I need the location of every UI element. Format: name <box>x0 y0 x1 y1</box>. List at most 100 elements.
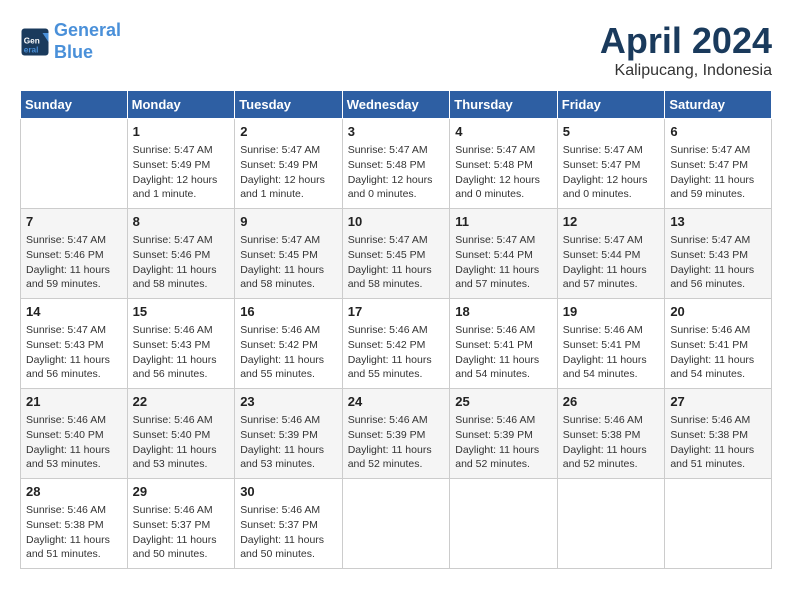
day-number: 20 <box>670 303 766 321</box>
day-info: Sunrise: 5:47 AM Sunset: 5:48 PM Dayligh… <box>455 143 552 202</box>
logo-line1: General <box>54 20 121 40</box>
calendar-cell: 1Sunrise: 5:47 AM Sunset: 5:49 PM Daylig… <box>127 119 235 209</box>
day-number: 2 <box>240 123 337 141</box>
day-number: 21 <box>26 393 122 411</box>
calendar-cell: 26Sunrise: 5:46 AM Sunset: 5:38 PM Dayli… <box>557 389 665 479</box>
calendar-cell: 11 Sunrise: 5:47 AM Sunset: 5:44 PM Dayli… <box>450 209 558 299</box>
calendar-cell: 14 Sunrise: 5:47 AM Sunset: 5:43 PM Dayli… <box>21 299 128 389</box>
calendar-cell: 15Sunrise: 5:46 AM Sunset: 5:43 PM Dayli… <box>127 299 235 389</box>
day-number: 14 <box>26 303 122 321</box>
day-number: 23 <box>240 393 337 411</box>
calendar-cell: 7Sunrise: 5:47 AM Sunset: 5:46 PM Daylig… <box>21 209 128 299</box>
calendar-cell: 22 Sunrise: 5:46 AM Sunset: 5:40 PM Dayli… <box>127 389 235 479</box>
calendar-cell <box>21 119 128 209</box>
day-info: Sunrise: 5:47 AM Sunset: 5:45 PM Dayligh… <box>348 233 445 292</box>
day-info: Sunrise: 5:47 AM Sunset: 5:46 PM Dayligh… <box>133 233 230 292</box>
calendar-cell: 5 Sunrise: 5:47 AM Sunset: 5:47 PM Daylig… <box>557 119 665 209</box>
calendar-week-row: 21 Sunrise: 5:46 AM Sunset: 5:40 PM Dayli… <box>21 389 772 479</box>
calendar-cell <box>342 479 450 569</box>
day-info: Sunrise: 5:47 AM Sunset: 5:44 PM Dayligh… <box>563 233 660 292</box>
logo-line2: Blue <box>54 42 93 62</box>
calendar-cell: 25 Sunrise: 5:46 AM Sunset: 5:39 PM Dayli… <box>450 389 558 479</box>
day-number: 29 <box>133 483 230 501</box>
day-info: Sunrise: 5:46 AM Sunset: 5:38 PM Dayligh… <box>563 413 660 472</box>
day-info: Sunrise: 5:46 AM Sunset: 5:40 PM Dayligh… <box>133 413 230 472</box>
calendar-cell: 28Sunrise: 5:46 AM Sunset: 5:38 PM Dayli… <box>21 479 128 569</box>
day-number: 30 <box>240 483 337 501</box>
logo-icon: Gen eral <box>20 27 50 57</box>
day-info: Sunrise: 5:47 AM Sunset: 5:43 PM Dayligh… <box>26 323 122 382</box>
day-number: 13 <box>670 213 766 231</box>
header-day: Friday <box>557 91 665 119</box>
calendar-cell: 13 Sunrise: 5:47 AM Sunset: 5:43 PM Dayli… <box>665 209 772 299</box>
day-info: Sunrise: 5:47 AM Sunset: 5:45 PM Dayligh… <box>240 233 337 292</box>
location-subtitle: Kalipucang, Indonesia <box>600 62 772 80</box>
svg-text:Gen: Gen <box>24 36 40 45</box>
calendar-cell: 4 Sunrise: 5:47 AM Sunset: 5:48 PM Daylig… <box>450 119 558 209</box>
calendar-cell: 2 Sunrise: 5:47 AM Sunset: 5:49 PM Daylig… <box>235 119 343 209</box>
calendar-cell: 10 Sunrise: 5:47 AM Sunset: 5:45 PM Dayli… <box>342 209 450 299</box>
day-info: Sunrise: 5:47 AM Sunset: 5:47 PM Dayligh… <box>563 143 660 202</box>
day-number: 7 <box>26 213 122 231</box>
day-number: 22 <box>133 393 230 411</box>
title-block: April 2024 Kalipucang, Indonesia <box>600 20 772 80</box>
svg-text:eral: eral <box>24 45 39 54</box>
calendar-cell: 9Sunrise: 5:47 AM Sunset: 5:45 PM Daylig… <box>235 209 343 299</box>
calendar-cell <box>665 479 772 569</box>
day-number: 4 <box>455 123 552 141</box>
calendar-cell: 6Sunrise: 5:47 AM Sunset: 5:47 PM Daylig… <box>665 119 772 209</box>
page-header: Gen eral General Blue April 2024 Kalipuc… <box>20 20 772 80</box>
calendar-table: SundayMondayTuesdayWednesdayThursdayFrid… <box>20 90 772 569</box>
day-info: Sunrise: 5:47 AM Sunset: 5:49 PM Dayligh… <box>240 143 337 202</box>
day-number: 11 <box>455 213 552 231</box>
day-info: Sunrise: 5:46 AM Sunset: 5:41 PM Dayligh… <box>670 323 766 382</box>
header-day: Wednesday <box>342 91 450 119</box>
day-number: 28 <box>26 483 122 501</box>
calendar-cell <box>450 479 558 569</box>
calendar-cell: 16Sunrise: 5:46 AM Sunset: 5:42 PM Dayli… <box>235 299 343 389</box>
day-number: 5 <box>563 123 660 141</box>
calendar-cell: 18 Sunrise: 5:46 AM Sunset: 5:41 PM Dayli… <box>450 299 558 389</box>
calendar-cell: 29 Sunrise: 5:46 AM Sunset: 5:37 PM Dayli… <box>127 479 235 569</box>
header-day: Thursday <box>450 91 558 119</box>
calendar-cell: 19 Sunrise: 5:46 AM Sunset: 5:41 PM Dayli… <box>557 299 665 389</box>
day-info: Sunrise: 5:46 AM Sunset: 5:41 PM Dayligh… <box>455 323 552 382</box>
calendar-week-row: 7 Sunrise: 5:47 AM Sunset: 5:46 PM Daylig… <box>21 209 772 299</box>
day-info: Sunrise: 5:46 AM Sunset: 5:39 PM Dayligh… <box>455 413 552 472</box>
header-row: SundayMondayTuesdayWednesdayThursdayFrid… <box>21 91 772 119</box>
day-number: 6 <box>670 123 766 141</box>
day-number: 24 <box>348 393 445 411</box>
day-info: Sunrise: 5:46 AM Sunset: 5:41 PM Dayligh… <box>563 323 660 382</box>
day-number: 1 <box>133 123 230 141</box>
day-info: Sunrise: 5:46 AM Sunset: 5:39 PM Dayligh… <box>348 413 445 472</box>
logo: Gen eral General Blue <box>20 20 121 63</box>
logo-text: General Blue <box>54 20 121 63</box>
day-number: 19 <box>563 303 660 321</box>
day-info: Sunrise: 5:46 AM Sunset: 5:39 PM Dayligh… <box>240 413 337 472</box>
day-info: Sunrise: 5:47 AM Sunset: 5:43 PM Dayligh… <box>670 233 766 292</box>
day-number: 18 <box>455 303 552 321</box>
day-info: Sunrise: 5:46 AM Sunset: 5:37 PM Dayligh… <box>133 503 230 562</box>
calendar-cell: 8Sunrise: 5:47 AM Sunset: 5:46 PM Daylig… <box>127 209 235 299</box>
day-info: Sunrise: 5:46 AM Sunset: 5:42 PM Dayligh… <box>348 323 445 382</box>
day-info: Sunrise: 5:46 AM Sunset: 5:42 PM Dayligh… <box>240 323 337 382</box>
header-day: Sunday <box>21 91 128 119</box>
calendar-cell: 3 Sunrise: 5:47 AM Sunset: 5:48 PM Daylig… <box>342 119 450 209</box>
header-day: Saturday <box>665 91 772 119</box>
header-day: Tuesday <box>235 91 343 119</box>
calendar-week-row: 14 Sunrise: 5:47 AM Sunset: 5:43 PM Dayli… <box>21 299 772 389</box>
day-info: Sunrise: 5:46 AM Sunset: 5:40 PM Dayligh… <box>26 413 122 472</box>
day-number: 10 <box>348 213 445 231</box>
day-info: Sunrise: 5:47 AM Sunset: 5:44 PM Dayligh… <box>455 233 552 292</box>
calendar-cell: 30Sunrise: 5:46 AM Sunset: 5:37 PM Dayli… <box>235 479 343 569</box>
calendar-cell: 12Sunrise: 5:47 AM Sunset: 5:44 PM Dayli… <box>557 209 665 299</box>
day-info: Sunrise: 5:47 AM Sunset: 5:48 PM Dayligh… <box>348 143 445 202</box>
calendar-cell: 24 Sunrise: 5:46 AM Sunset: 5:39 PM Dayli… <box>342 389 450 479</box>
day-number: 3 <box>348 123 445 141</box>
calendar-week-row: 1 Sunrise: 5:47 AM Sunset: 5:49 PM Daylig… <box>21 119 772 209</box>
day-info: Sunrise: 5:46 AM Sunset: 5:43 PM Dayligh… <box>133 323 230 382</box>
calendar-cell: 17Sunrise: 5:46 AM Sunset: 5:42 PM Dayli… <box>342 299 450 389</box>
calendar-cell: 27Sunrise: 5:46 AM Sunset: 5:38 PM Dayli… <box>665 389 772 479</box>
day-number: 25 <box>455 393 552 411</box>
calendar-cell: 23 Sunrise: 5:46 AM Sunset: 5:39 PM Dayli… <box>235 389 343 479</box>
